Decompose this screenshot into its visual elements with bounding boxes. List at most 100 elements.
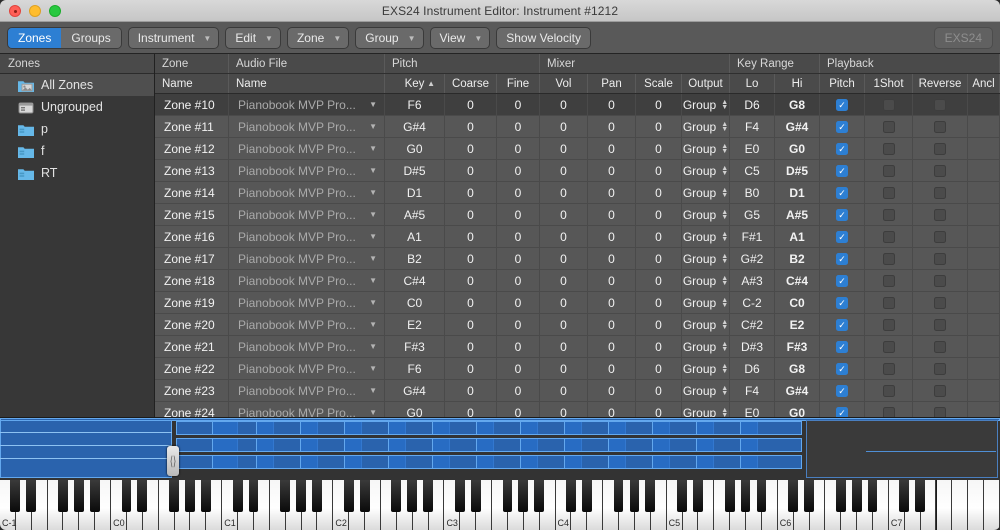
cell-playback-anchor[interactable] [968, 270, 1000, 291]
cell-key[interactable]: F6 [385, 94, 445, 115]
cell-key-range-lo[interactable]: E0 [730, 138, 775, 159]
table-row[interactable]: Zone #19 Pianobook MVP Pro... ▼ C0 0 0 0 0 0 Grou… [155, 292, 1000, 314]
cell-key[interactable]: A#5 [385, 204, 445, 225]
oneshot-checkbox[interactable]: ✓ [882, 340, 895, 353]
cell-zone-name[interactable]: Zone #13 [155, 160, 229, 181]
cell-key-range-lo[interactable]: G5 [730, 204, 775, 225]
reverse-checkbox[interactable]: ✓ [934, 164, 946, 177]
cell-scale[interactable]: 0 [636, 270, 682, 291]
cell-playback-pitch[interactable]: ✓ [820, 292, 865, 313]
black-key[interactable] [185, 480, 195, 512]
stepper-icon[interactable]: ▲ ▼ [721, 209, 728, 221]
table-row[interactable]: Zone #23 Pianobook MVP Pro... ▼ G#4 0 0 0 0 0 Gro… [155, 380, 1000, 402]
cell-scale[interactable]: 0 [636, 314, 682, 335]
cell-key-range-hi[interactable]: C#4 [775, 270, 820, 291]
cell-playback-anchor[interactable] [968, 380, 1000, 401]
column-header-1shot-12[interactable]: 1Shot [865, 74, 913, 93]
cell-key-range-hi[interactable]: G8 [775, 358, 820, 379]
cell-scale[interactable]: 0 [636, 248, 682, 269]
cell-pan[interactable]: 0 [588, 314, 636, 335]
cell-output[interactable]: Group ▲ ▼ [682, 358, 730, 379]
cell-vol[interactable]: 0 [540, 226, 588, 247]
cell-key[interactable]: F6 [385, 358, 445, 379]
black-key[interactable] [280, 480, 291, 512]
cell-playback-reverse[interactable]: ✓ [913, 292, 968, 313]
black-key[interactable] [470, 480, 481, 512]
white-key[interactable] [952, 480, 969, 530]
cell-zone-name[interactable]: Zone #19 [155, 292, 229, 313]
cell-scale[interactable]: 0 [636, 182, 682, 203]
cell-audio-file[interactable]: Pianobook MVP Pro... ▼ [229, 358, 385, 379]
cell-playback-anchor[interactable] [968, 160, 1000, 181]
sidebar-item-f[interactable]: f [0, 140, 154, 162]
table-row[interactable]: Zone #15 Pianobook MVP Pro... ▼ A#5 0 0 0 0 0 Gro… [155, 204, 1000, 226]
sidebar-item-ungrouped[interactable]: Ungrouped [0, 96, 154, 118]
cell-playback-anchor[interactable] [968, 314, 1000, 335]
cell-pan[interactable]: 0 [588, 138, 636, 159]
cell-audio-file[interactable]: Pianobook MVP Pro... ▼ [229, 380, 385, 401]
menu-edit[interactable]: Edit ▼ [226, 27, 280, 48]
cell-playback-anchor[interactable] [968, 138, 1000, 159]
cell-playback-reverse[interactable]: ✓ [913, 314, 968, 335]
cell-zone-name[interactable]: Zone #22 [155, 358, 229, 379]
cell-playback-reverse[interactable]: ✓ [913, 358, 968, 379]
white-key[interactable] [984, 480, 1000, 530]
pitch-checkbox[interactable]: ✓ [836, 186, 848, 199]
chevron-down-icon[interactable]: ▼ [369, 160, 377, 181]
cell-pan[interactable]: 0 [588, 226, 636, 247]
cell-fine[interactable]: 0 [497, 314, 540, 335]
chevron-down-icon[interactable]: ▼ [369, 336, 377, 357]
cell-key-range-hi[interactable]: D#5 [775, 160, 820, 181]
cell-key-range-hi[interactable]: A#5 [775, 204, 820, 225]
black-key[interactable] [137, 480, 148, 512]
menu-zone[interactable]: Zone ▼ [287, 27, 349, 48]
cell-output[interactable]: Group ▲ ▼ [682, 204, 730, 225]
table-row[interactable]: Zone #12 Pianobook MVP Pro... ▼ G0 0 0 0 0 0 Grou… [155, 138, 1000, 160]
cell-scale[interactable]: 0 [636, 138, 682, 159]
oneshot-checkbox[interactable]: ✓ [882, 164, 895, 177]
oneshot-checkbox[interactable]: ✓ [882, 296, 895, 309]
oneshot-checkbox[interactable]: ✓ [882, 252, 895, 265]
cell-coarse[interactable]: 0 [445, 204, 497, 225]
column-header-hi-10[interactable]: Hi [775, 74, 820, 93]
cell-output[interactable]: Group ▲ ▼ [682, 138, 730, 159]
reverse-checkbox[interactable]: ✓ [934, 406, 946, 417]
cell-key-range-lo[interactable]: E0 [730, 402, 775, 417]
cell-audio-file[interactable]: Pianobook MVP Pro... ▼ [229, 270, 385, 291]
cell-coarse[interactable]: 0 [445, 226, 497, 247]
cell-fine[interactable]: 0 [497, 358, 540, 379]
column-header-scale-7[interactable]: Scale [636, 74, 682, 93]
cell-pan[interactable]: 0 [588, 204, 636, 225]
cell-vol[interactable]: 0 [540, 314, 588, 335]
black-key[interactable] [89, 480, 100, 512]
cell-vol[interactable]: 0 [540, 336, 588, 357]
chevron-down-icon[interactable]: ▼ [369, 248, 377, 269]
column-header-coarse-3[interactable]: Coarse [445, 74, 497, 93]
tab-groups[interactable]: Groups [61, 27, 121, 48]
plugin-badge[interactable]: EXS24 [934, 27, 992, 48]
cell-key[interactable]: C0 [385, 292, 445, 313]
oneshot-checkbox[interactable]: ✓ [882, 318, 895, 331]
cell-audio-file[interactable]: Pianobook MVP Pro... ▼ [229, 248, 385, 269]
cell-key-range-hi[interactable]: G#4 [775, 380, 820, 401]
cell-playback-pitch[interactable]: ✓ [820, 402, 865, 417]
pitch-checkbox[interactable]: ✓ [836, 274, 848, 287]
piano-keyboard[interactable]: C-1 C0 C1 C2 C3 C4 C5 C6 C7 [0, 480, 1000, 530]
cell-coarse[interactable]: 0 [445, 380, 497, 401]
reverse-checkbox[interactable]: ✓ [934, 186, 946, 199]
cell-playback-pitch[interactable]: ✓ [820, 226, 865, 247]
cell-playback-pitch[interactable]: ✓ [820, 116, 865, 137]
cell-coarse[interactable]: 0 [445, 94, 497, 115]
column-header-name-1[interactable]: Name [229, 74, 385, 93]
black-key[interactable] [26, 480, 37, 512]
black-key[interactable] [58, 480, 68, 512]
cell-key[interactable]: G0 [385, 402, 445, 417]
cell-playback-anchor[interactable] [968, 116, 1000, 137]
cell-coarse[interactable]: 0 [445, 138, 497, 159]
stepper-icon[interactable]: ▲ ▼ [721, 187, 728, 199]
column-header-lo-9[interactable]: Lo [730, 74, 775, 93]
cell-playback-pitch[interactable]: ✓ [820, 182, 865, 203]
cell-zone-name[interactable]: Zone #14 [155, 182, 229, 203]
cell-key[interactable]: C#4 [385, 270, 445, 291]
cell-playback-reverse[interactable]: ✓ [913, 116, 968, 137]
